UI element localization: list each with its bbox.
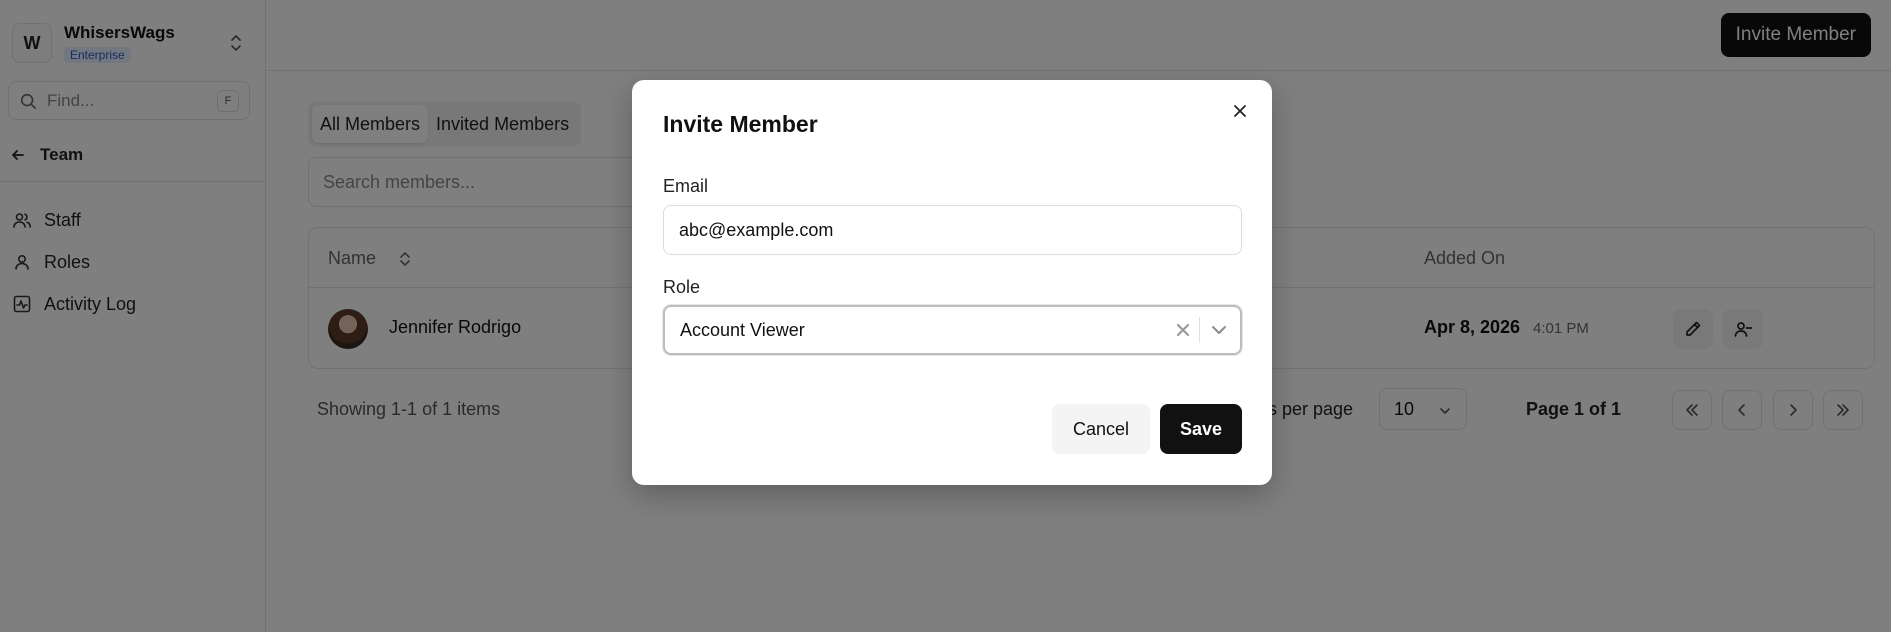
role-value: Account Viewer — [680, 319, 805, 340]
close-dialog-button[interactable] — [1228, 99, 1252, 123]
save-button[interactable]: Save — [1160, 404, 1242, 454]
invite-member-dialog: Invite Member Email abc@example.com Role… — [632, 80, 1272, 485]
role-label: Role — [663, 277, 701, 297]
select-separator — [1199, 317, 1200, 343]
role-select[interactable]: Account Viewer — [663, 305, 1242, 355]
clear-icon[interactable] — [1174, 321, 1192, 339]
email-field[interactable]: abc@example.com — [663, 205, 1242, 255]
dialog-title: Invite Member — [663, 111, 818, 137]
email-label: Email — [663, 176, 709, 196]
close-icon — [1234, 105, 1246, 117]
chevron-down-icon[interactable] — [1210, 322, 1228, 338]
cancel-button[interactable]: Cancel — [1052, 404, 1150, 454]
app: W WhisersWags Enterprise Find... F Team … — [0, 0, 1891, 632]
email-value: abc@example.com — [679, 219, 834, 240]
